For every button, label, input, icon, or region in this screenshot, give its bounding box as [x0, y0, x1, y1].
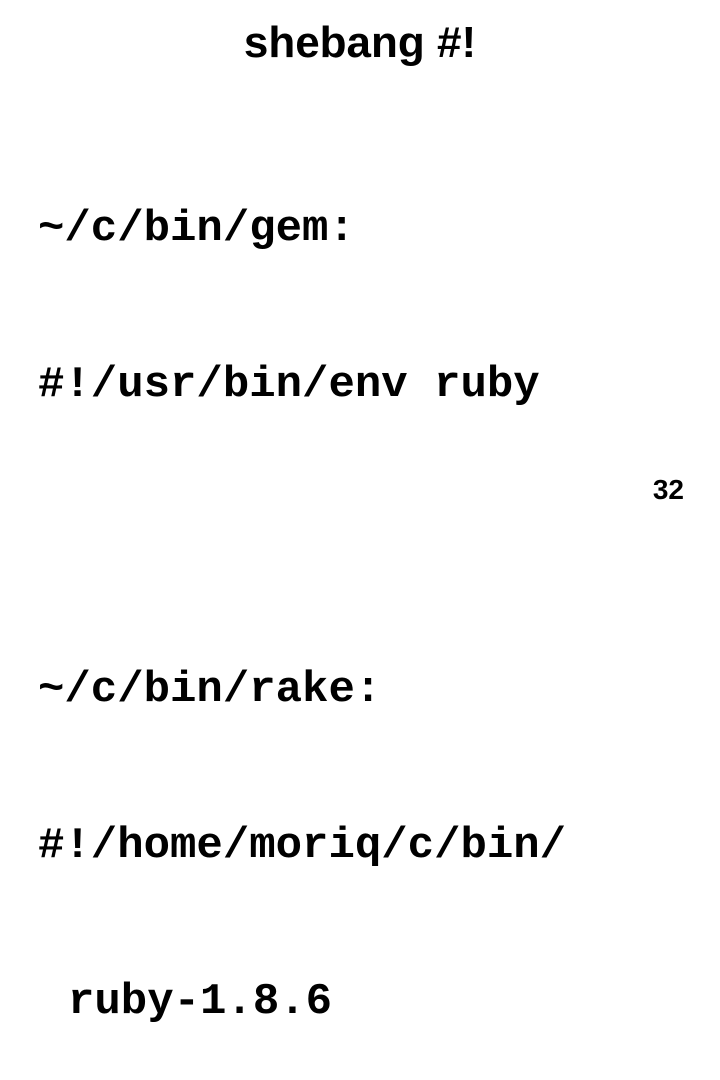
slide-body: ~/c/bin/gem: #!/usr/bin/env ruby ~/c/bin… [38, 100, 682, 1080]
code-line: #!/home/moriq/c/bin/ [38, 821, 682, 873]
page-number: 32 [653, 474, 684, 506]
slide: shebang #! ~/c/bin/gem: #!/usr/bin/env r… [0, 0, 720, 540]
code-line: ruby-1.8.6 [38, 977, 682, 1029]
slide-title: shebang #! [0, 18, 720, 68]
code-line: ~/c/bin/gem: [38, 204, 682, 256]
code-block-rake: ~/c/bin/rake: #!/home/moriq/c/bin/ ruby-… [38, 561, 682, 1080]
code-block-gem: ~/c/bin/gem: #!/usr/bin/env ruby [38, 100, 682, 515]
code-line: #!/usr/bin/env ruby [38, 360, 682, 412]
code-line: ~/c/bin/rake: [38, 665, 682, 717]
